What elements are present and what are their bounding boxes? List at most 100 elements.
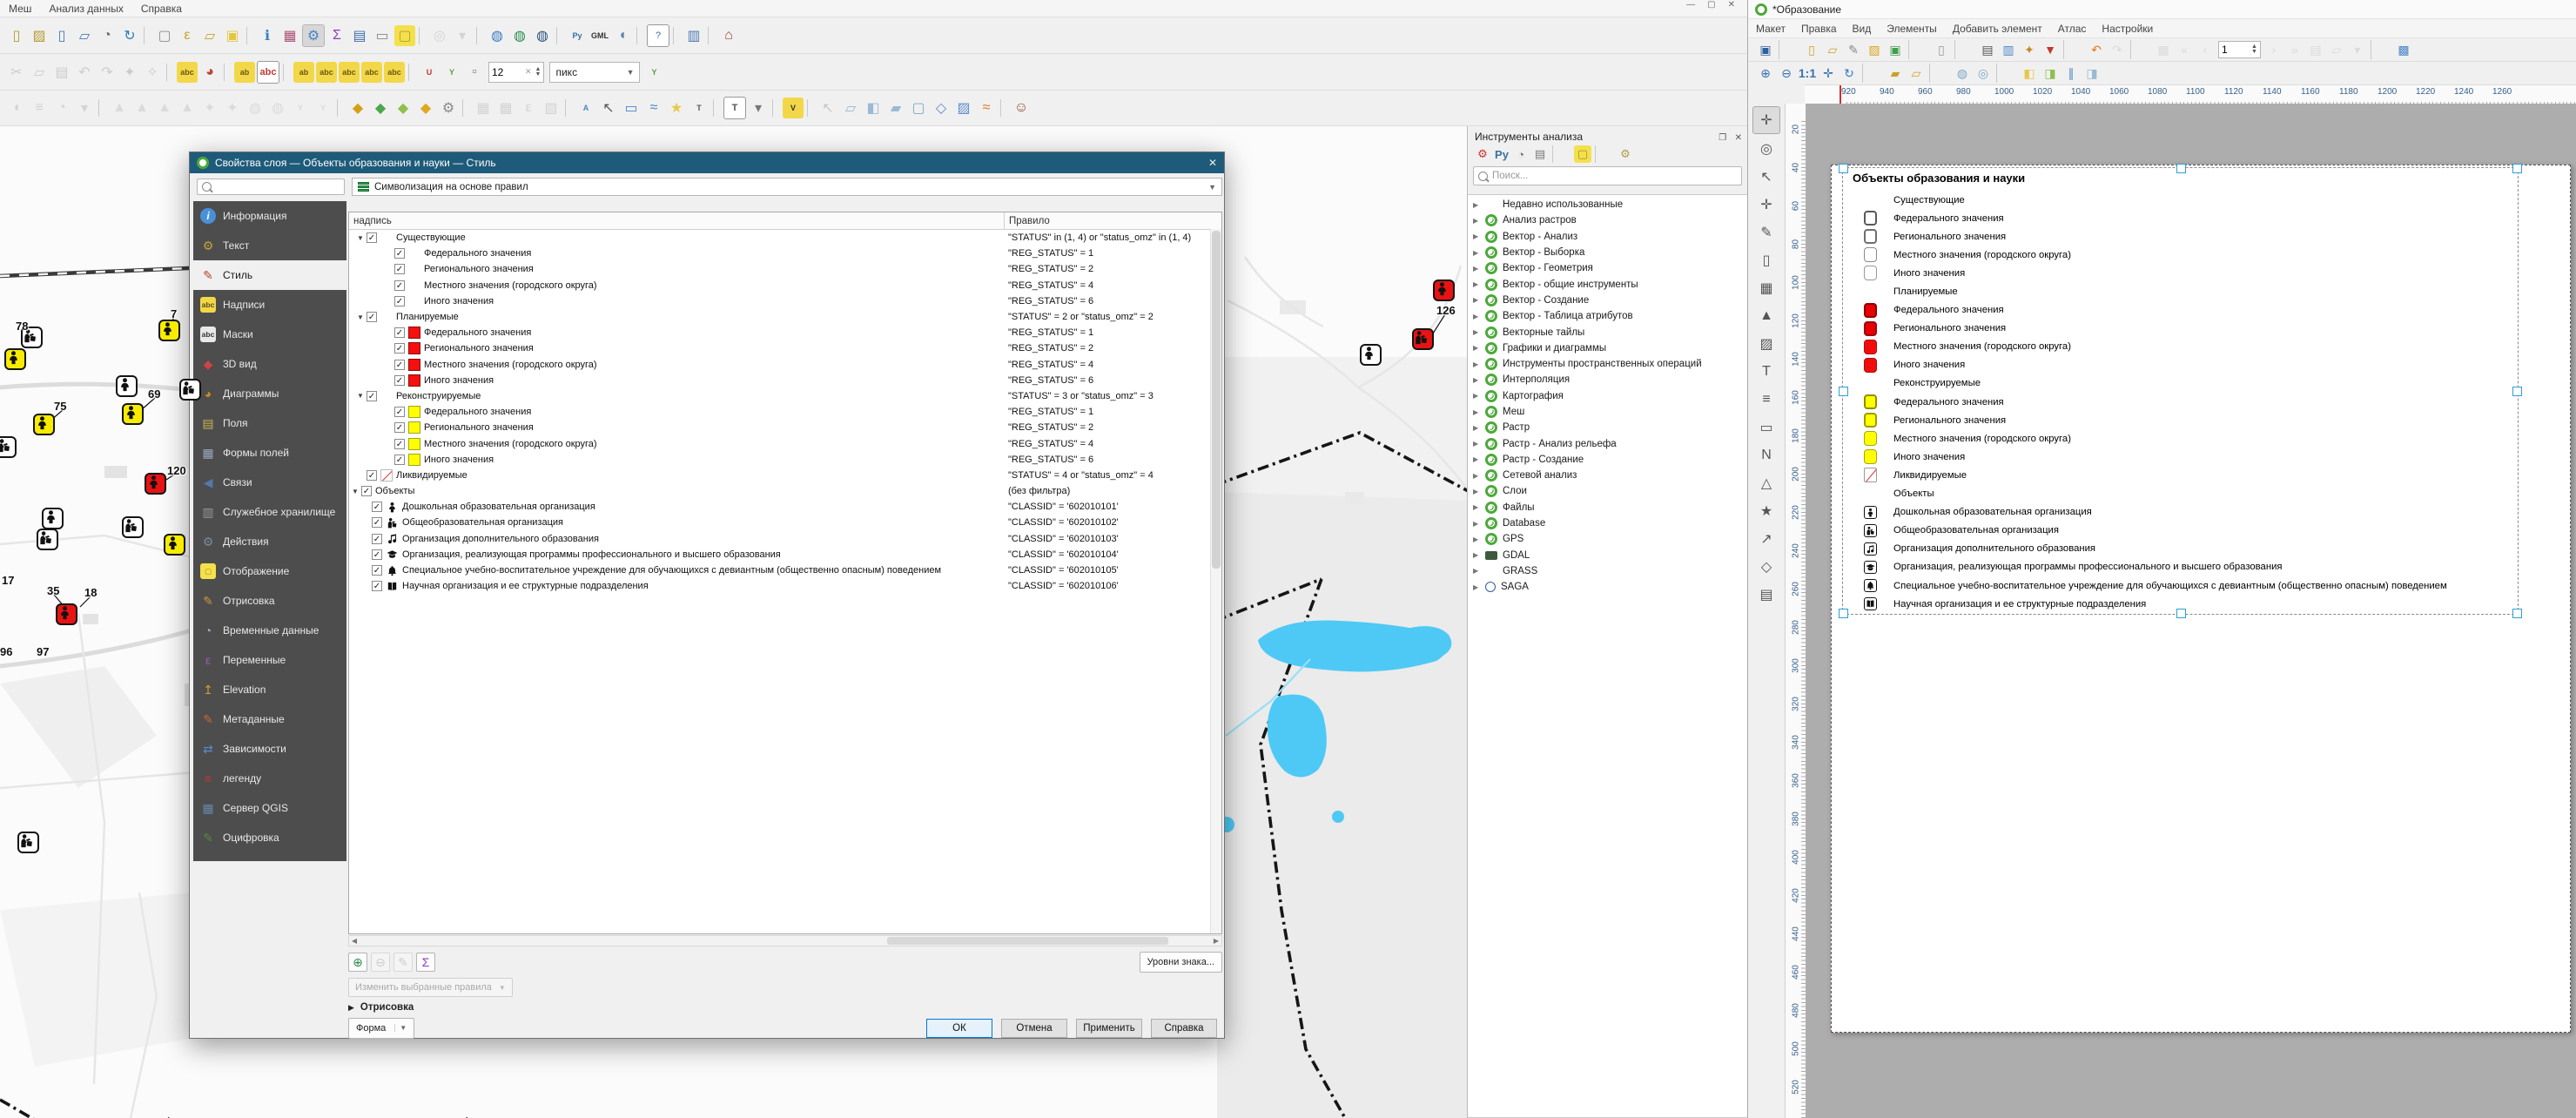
toolbar-icon[interactable]: ↖ xyxy=(598,98,619,118)
toolbar-icon[interactable]: ✛ xyxy=(1819,64,1838,83)
toolbar-icon[interactable]: ▱ xyxy=(199,25,220,46)
form-button[interactable]: Форма▼ xyxy=(348,1018,414,1039)
toolbar-icon[interactable]: ε xyxy=(518,98,539,118)
resize-handle[interactable] xyxy=(1839,164,1848,173)
toolbar-icon[interactable]: ⚙ xyxy=(438,98,459,118)
processing-group[interactable]: ▶ GPS xyxy=(1468,531,1747,547)
sidebar-tab[interactable]: ✎ Стиль xyxy=(193,260,346,290)
map-marker[interactable] xyxy=(37,529,58,550)
processing-group[interactable]: ▶ Растр - Анализ рельефа xyxy=(1468,435,1747,451)
toolbar-icon[interactable]: ↶ xyxy=(74,62,95,83)
layout-tool-button[interactable]: ★ xyxy=(1753,498,1779,524)
processing-group[interactable]: ▶ Растр - Создание xyxy=(1468,452,1747,468)
toolbar-icon[interactable]: A xyxy=(575,98,596,118)
map-marker[interactable] xyxy=(1360,344,1382,366)
rule-row[interactable]: ▼ ✓ Федерального значения "REG_STATUS" =… xyxy=(349,325,1221,340)
rule-row[interactable]: ▼ ✓ Местного значения (городского округа… xyxy=(349,278,1221,293)
window-control-button[interactable]: — xyxy=(1686,0,1695,10)
rendering-section-toggle[interactable]: ▶ Отрисовка xyxy=(348,1002,414,1013)
toolbar-icon[interactable]: ‹ xyxy=(2196,40,2215,59)
toolbar-icon[interactable]: ✦ xyxy=(2020,40,2039,59)
expand-arrow-icon[interactable]: ▶ xyxy=(1473,201,1480,209)
layout-tool-button[interactable]: ✛ xyxy=(1753,192,1779,218)
toolbar-icon[interactable]: ▯ xyxy=(6,25,27,46)
menu-item[interactable]: Элементы xyxy=(1879,21,1945,37)
toolbar-icon[interactable] xyxy=(556,27,563,44)
processing-group[interactable]: ▶ Вектор - Таблица атрибутов xyxy=(1468,308,1747,324)
spinner-arrows[interactable]: ▲▼ xyxy=(535,67,541,77)
toolbar-icon[interactable]: ⊕ xyxy=(1756,64,1775,83)
scroll-right-arrow-icon[interactable]: ▶ xyxy=(1211,937,1221,945)
rule-row[interactable]: ▼ ✓ Федерального значения "REG_STATUS" =… xyxy=(349,404,1221,420)
expand-arrow-icon[interactable]: ▶ xyxy=(1473,583,1480,591)
close-panel-icon[interactable]: ✕ xyxy=(1735,133,1742,143)
processing-group[interactable]: ▶ SAGA xyxy=(1468,579,1747,595)
expand-arrow-icon[interactable]: ▶ xyxy=(1473,280,1480,288)
rule-checkbox[interactable]: ✓ xyxy=(394,264,405,274)
toolbar-icon[interactable]: ✂ xyxy=(6,62,27,83)
menu-item[interactable]: Настройки xyxy=(2094,21,2161,37)
menu-item[interactable]: Справка xyxy=(132,1,191,17)
processing-group[interactable]: ▶ Анализ растров xyxy=(1468,212,1747,228)
layout-tool-button[interactable]: ▭ xyxy=(1753,414,1779,441)
rule-checkbox[interactable]: ✓ xyxy=(394,439,405,449)
toolbar-icon[interactable]: ▭ xyxy=(372,25,393,46)
processing-group[interactable]: ▶ Вектор - Анализ xyxy=(1468,229,1747,245)
toolbar-icon[interactable]: ◍ xyxy=(532,25,553,46)
toolbar-icon[interactable]: ◖ xyxy=(6,98,27,118)
toolbar-icon[interactable] xyxy=(337,99,344,117)
toolbar-icon[interactable] xyxy=(2371,40,2391,59)
toolbar-icon[interactable]: ▨ xyxy=(29,25,50,46)
map-marker[interactable] xyxy=(164,534,185,556)
processing-group[interactable]: ▶ Растр xyxy=(1468,420,1747,435)
rule-row[interactable]: ▼ ✓ Существующие "STATUS" in (1, 4) or "… xyxy=(349,230,1221,246)
toolbar-icon[interactable]: ↷ xyxy=(2108,40,2127,59)
rule-checkbox[interactable]: ✓ xyxy=(394,407,405,417)
map-marker[interactable] xyxy=(116,375,138,397)
toolbar-icon[interactable] xyxy=(713,99,720,117)
toolbar-icon[interactable]: ☺ xyxy=(1011,98,1032,118)
rule-checkbox[interactable]: ✓ xyxy=(394,248,405,259)
toolbar-icon[interactable]: ↖ xyxy=(817,98,838,118)
column-header-rule[interactable]: Правило xyxy=(1004,212,1050,229)
sidebar-tab[interactable]: ▦ Сервер QGIS xyxy=(193,793,346,823)
layout-tool-button[interactable]: ◇ xyxy=(1753,554,1779,580)
toolbar-icon[interactable]: ▤ xyxy=(349,25,370,46)
rule-checkbox[interactable]: ✓ xyxy=(367,312,377,322)
menu-item[interactable]: Меш xyxy=(0,1,40,17)
toolbar-icon[interactable]: ▯ xyxy=(51,25,72,46)
rule-tool-button[interactable]: Σ xyxy=(416,953,435,972)
atlas-page-spinner[interactable]: 1 ▲▼ xyxy=(2218,41,2261,58)
toolbar-icon[interactable]: ≡ xyxy=(29,98,50,118)
processing-toolbar-icon[interactable]: Py xyxy=(1493,145,1510,163)
toolbar-icon[interactable]: ◧ xyxy=(2020,64,2039,83)
toolbar-icon[interactable] xyxy=(708,27,715,44)
rule-row[interactable]: ▼ ✓ Федерального значения "REG_STATUS" =… xyxy=(349,246,1221,261)
processing-toolbar-icon[interactable]: ⚙ xyxy=(1474,145,1491,163)
layout-tool-button[interactable]: N xyxy=(1753,442,1779,468)
toolbar-icon[interactable] xyxy=(565,99,572,117)
help-button[interactable]: Справка xyxy=(1151,1019,1217,1038)
toolbar-icon[interactable]: ◆ xyxy=(415,98,436,118)
tree-vertical-scrollbar[interactable] xyxy=(1210,229,1221,933)
sidebar-tab[interactable]: ▦ Формы полей xyxy=(193,438,346,468)
expand-arrow-icon[interactable]: ▶ xyxy=(1473,296,1480,304)
scroll-left-arrow-icon[interactable]: ◀ xyxy=(349,937,360,945)
toolbar-icon[interactable]: abc xyxy=(384,62,405,83)
rule-checkbox[interactable]: ✓ xyxy=(367,232,377,243)
spinner-arrows[interactable]: ▲▼ xyxy=(2251,44,2257,55)
toolbar-icon[interactable]: abc xyxy=(361,62,382,83)
sidebar-tab[interactable]: ε Переменные xyxy=(193,645,346,675)
processing-toolbar-icon[interactable]: ⚙ xyxy=(1617,145,1634,163)
toolbar-icon[interactable]: ⌂ xyxy=(718,25,739,46)
toolbar-icon[interactable]: ◎ xyxy=(1974,64,1993,83)
toolbar-icon[interactable]: ▫ xyxy=(464,62,485,83)
toolbar-icon[interactable] xyxy=(419,27,426,44)
map-marker[interactable] xyxy=(17,832,39,853)
toolbar-icon[interactable]: ε xyxy=(177,25,198,46)
toolbar-icon[interactable]: ✦ xyxy=(119,62,140,83)
rule-row[interactable]: ▼ ✓ Организация дополнительного образова… xyxy=(349,531,1221,547)
rule-checkbox[interactable]: ✓ xyxy=(394,360,405,370)
rule-row[interactable]: ▼ ✓ Планируемые "STATUS" = 2 or "status_… xyxy=(349,309,1221,325)
toolbar-icon[interactable]: Py xyxy=(567,25,588,46)
